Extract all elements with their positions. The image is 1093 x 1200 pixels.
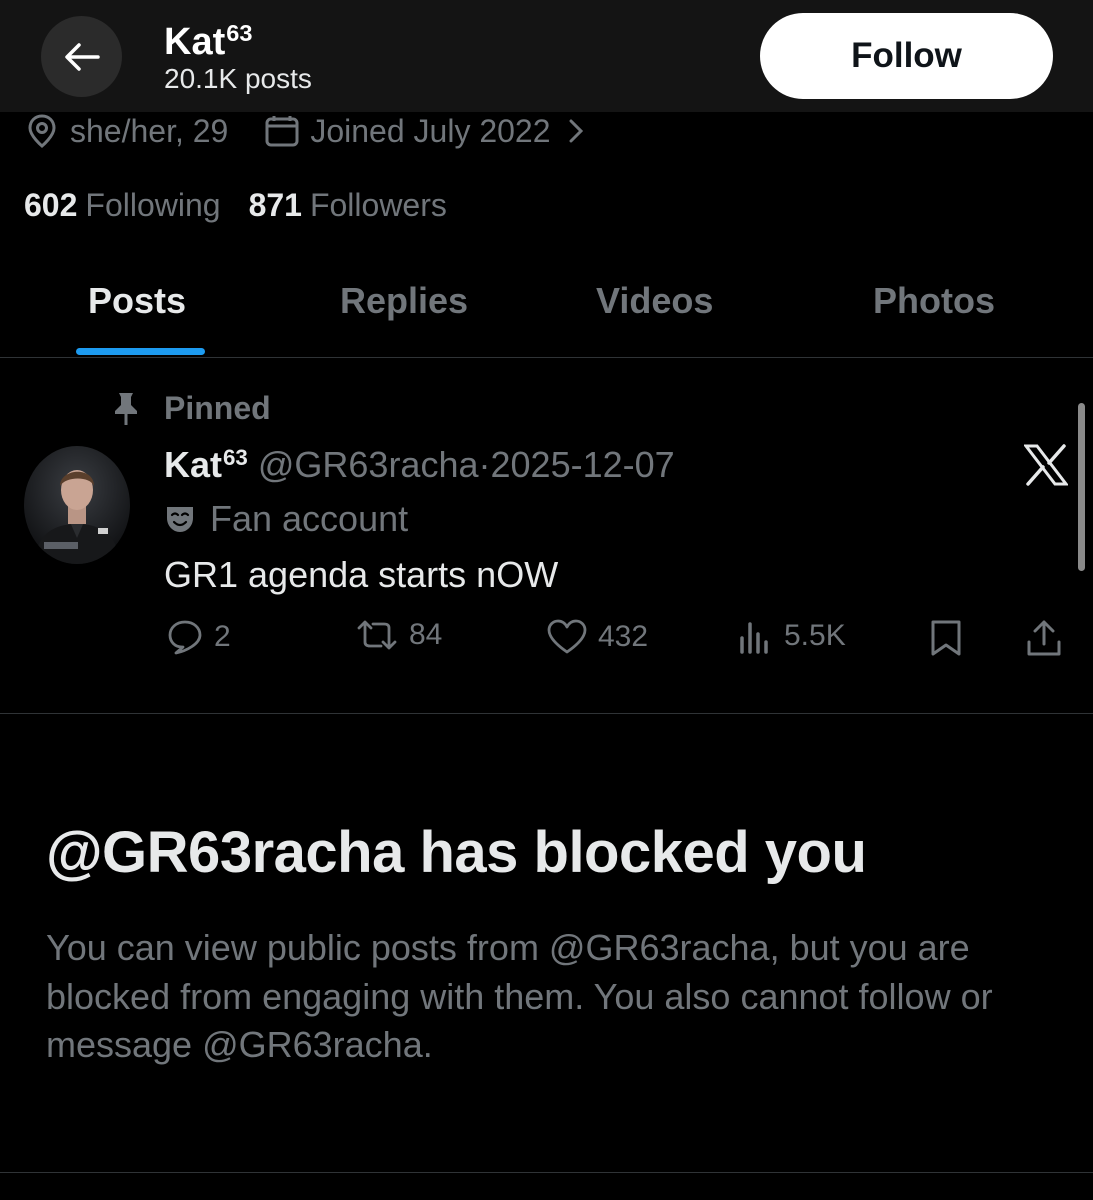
chevron-right-icon bbox=[569, 119, 583, 143]
repost-button[interactable]: 84 bbox=[355, 618, 442, 652]
profile-tabs: Posts Replies Videos Photos bbox=[0, 250, 1093, 358]
post-separator: · bbox=[478, 444, 491, 485]
bookmark-icon bbox=[931, 620, 961, 656]
theater-mask-icon bbox=[167, 507, 193, 532]
follow-button[interactable]: Follow bbox=[760, 13, 1053, 99]
joined-text: Joined July 2022 bbox=[310, 112, 551, 149]
post-author-name[interactable]: Kat63 bbox=[164, 444, 248, 485]
post-text: GR1 agenda starts nOW bbox=[164, 554, 559, 595]
tab-replies[interactable]: Replies bbox=[340, 280, 468, 322]
share-button[interactable] bbox=[1026, 618, 1072, 658]
profile-meta: she/her, 29 Joined July 2022 bbox=[24, 110, 597, 152]
followers-link[interactable]: 871 Followers bbox=[249, 187, 447, 224]
profile-header: Kat63 20.1K posts Follow bbox=[0, 0, 1093, 112]
pinned-label: Pinned bbox=[112, 390, 271, 427]
active-tab-indicator bbox=[76, 348, 205, 355]
header-display-name: Kat63 bbox=[164, 20, 253, 63]
fan-account-label: Fan account bbox=[164, 498, 408, 540]
follow-stats: 602 Following 871 Followers bbox=[24, 184, 447, 226]
pin-icon bbox=[115, 392, 137, 425]
location-item: she/her, 29 bbox=[24, 113, 228, 150]
views-button[interactable]: 5.5K bbox=[738, 618, 846, 654]
avatar[interactable] bbox=[24, 446, 130, 564]
share-icon bbox=[1027, 620, 1061, 656]
bookmark-button[interactable] bbox=[929, 618, 973, 658]
heart-icon bbox=[547, 619, 587, 654]
repost-icon bbox=[357, 620, 397, 650]
post-date[interactable]: 2025-12-07 bbox=[491, 444, 675, 485]
pinned-post[interactable]: Pinned Kat63 @GR63racha·2025-12-07 Fan a… bbox=[0, 358, 1093, 714]
header-posts-count: 20.1K posts bbox=[164, 63, 312, 94]
reply-button[interactable]: 2 bbox=[166, 618, 231, 656]
blocked-description: You can view public posts from @GR63rach… bbox=[46, 927, 993, 1065]
location-pin-icon bbox=[28, 114, 56, 148]
post-actions: 2 84 432 5.5K bbox=[0, 618, 1093, 668]
x-logo-icon bbox=[1024, 444, 1068, 486]
analytics-bars-icon bbox=[740, 622, 768, 654]
scrollbar[interactable] bbox=[1078, 403, 1085, 571]
tab-photos[interactable]: Photos bbox=[873, 280, 995, 322]
post-header: Kat63 @GR63racha·2025-12-07 bbox=[164, 444, 675, 486]
joined-item[interactable]: Joined July 2022 bbox=[264, 113, 596, 150]
calendar-icon bbox=[265, 116, 299, 147]
post-author-handle[interactable]: @GR63racha bbox=[258, 444, 479, 485]
arrow-left-icon bbox=[64, 42, 100, 71]
blocked-title: @GR63racha has blocked you bbox=[46, 820, 867, 885]
tab-videos[interactable]: Videos bbox=[596, 280, 713, 322]
back-button[interactable] bbox=[41, 16, 122, 97]
following-link[interactable]: 602 Following bbox=[24, 187, 221, 224]
tab-posts[interactable]: Posts bbox=[88, 280, 186, 322]
reply-icon bbox=[168, 620, 202, 655]
location-text: she/her, 29 bbox=[70, 112, 229, 149]
divider bbox=[0, 1172, 1093, 1173]
like-button[interactable]: 432 bbox=[546, 618, 648, 656]
